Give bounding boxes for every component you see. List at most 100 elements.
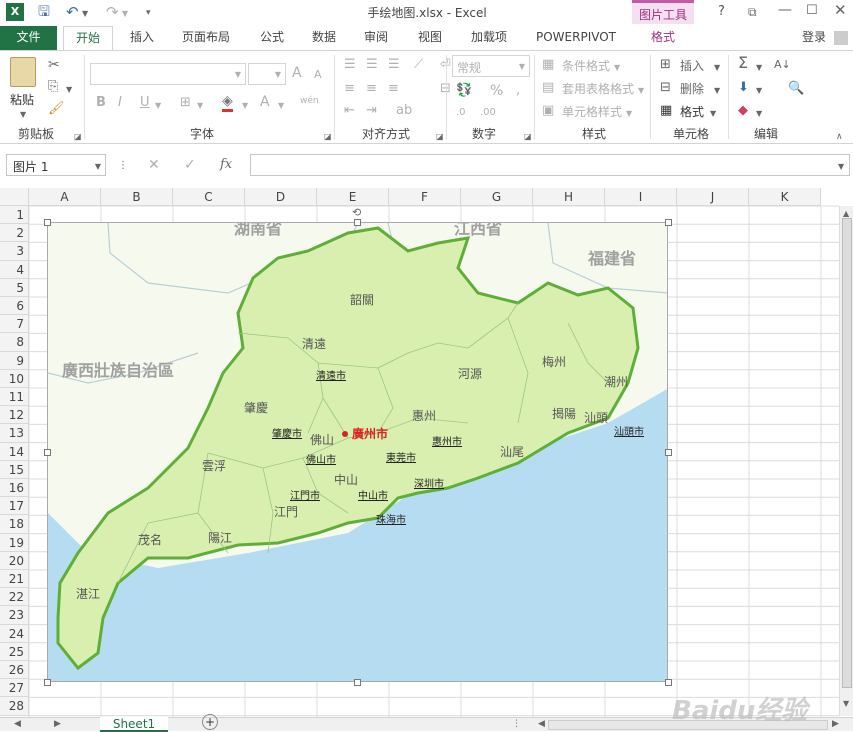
row-header-13[interactable]: 13 — [0, 424, 29, 443]
row-header-3[interactable]: 3 — [0, 242, 29, 261]
row-header-21[interactable]: 21 — [0, 570, 29, 589]
login-link[interactable]: 登录 — [796, 26, 832, 50]
cut-icon[interactable]: ✂ — [48, 57, 60, 73]
expand-formula-icon[interactable]: ▼ — [838, 159, 844, 175]
column-header-e[interactable]: E — [317, 188, 389, 206]
row-header-18[interactable]: 18 — [0, 515, 29, 534]
phonetic-icon[interactable]: wén — [300, 93, 319, 109]
align-launcher-icon[interactable]: ◪ — [436, 129, 444, 145]
column-header-a[interactable]: A — [29, 188, 101, 206]
delete-dropdown-icon[interactable]: ▼ — [714, 83, 720, 99]
tab-insert[interactable]: 插入 — [120, 26, 164, 50]
align-center-icon[interactable]: ≡ — [366, 81, 377, 97]
orientation-icon[interactable]: ⟋ — [414, 57, 423, 73]
conditional-format-icon[interactable]: ▦ — [542, 57, 554, 73]
format-dropdown-icon[interactable]: ▼ — [710, 106, 716, 122]
redo-icon[interactable]: ↷ — [106, 4, 119, 20]
customize-qat-icon[interactable]: ▾ — [146, 5, 151, 21]
cell-styles-icon[interactable]: ▣ — [542, 103, 554, 119]
insert-dropdown-icon[interactable]: ▼ — [714, 60, 720, 76]
row-header-11[interactable]: 11 — [0, 388, 29, 407]
paste-button-label[interactable]: 粘贴 — [10, 91, 34, 108]
decrease-decimal-icon[interactable]: .00 — [480, 105, 496, 121]
font-size-select[interactable]: ▼ — [248, 63, 286, 85]
resize-handle-bm[interactable] — [354, 679, 361, 686]
format-painter-icon[interactable]: 🖌 — [48, 101, 65, 117]
delete-cells-button[interactable]: 删除 — [680, 80, 704, 97]
row-header-16[interactable]: 16 — [0, 479, 29, 498]
decrease-indent-icon[interactable]: ⇤ — [344, 103, 355, 119]
tab-format[interactable]: 格式 — [634, 26, 692, 50]
grow-font-icon[interactable]: A — [292, 65, 302, 81]
enter-icon[interactable]: ✓ — [184, 157, 196, 173]
delete-cells-icon[interactable]: ⊟ — [660, 80, 671, 96]
tab-view[interactable]: 视图 — [410, 26, 450, 50]
row-header-25[interactable]: 25 — [0, 642, 29, 661]
percent-icon[interactable]: % — [490, 83, 503, 99]
tab-page-layout[interactable]: 页面布局 — [175, 26, 237, 50]
number-format-select[interactable]: 常规 ▼ — [452, 55, 530, 77]
clear-icon[interactable]: ◆ — [738, 103, 748, 119]
cell-styles-button[interactable]: 单元格样式 — [562, 103, 622, 120]
cell-styles-dropdown-icon[interactable]: ▼ — [626, 106, 632, 122]
minimize-icon[interactable]: — — [778, 2, 792, 18]
tab-file[interactable]: 文件 — [0, 26, 57, 50]
font-name-select[interactable]: ▼ — [90, 63, 246, 85]
paste-icon[interactable] — [10, 57, 36, 87]
row-header-28[interactable]: 28 — [0, 697, 29, 716]
increase-indent-icon[interactable]: ⇥ — [366, 103, 377, 119]
align-top-icon[interactable]: ☰ — [344, 57, 356, 73]
align-left-icon[interactable]: ≡ — [344, 81, 355, 97]
align-middle-icon[interactable]: ☰ — [366, 57, 378, 73]
insert-cells-icon[interactable]: ⊞ — [660, 57, 671, 73]
comma-icon[interactable]: , — [516, 83, 520, 99]
border-dropdown-icon[interactable]: ▼ — [197, 98, 203, 114]
column-header-g[interactable]: G — [461, 188, 533, 206]
row-header-27[interactable]: 27 — [0, 679, 29, 698]
save-icon[interactable]: 🖫 — [38, 4, 50, 20]
fill-down-icon[interactable]: ⬇ — [738, 80, 749, 96]
format-cells-button[interactable]: 格式 — [680, 103, 704, 120]
row-header-12[interactable]: 12 — [0, 406, 29, 425]
clipboard-launcher-icon[interactable]: ◪ — [74, 129, 82, 145]
font-color-icon[interactable]: A — [260, 94, 270, 110]
collapse-ribbon-icon[interactable]: ∧ — [836, 129, 843, 145]
row-header-24[interactable]: 24 — [0, 624, 29, 643]
tab-data[interactable]: 数据 — [304, 26, 344, 50]
row-header-14[interactable]: 14 — [0, 442, 29, 461]
row-header-22[interactable]: 22 — [0, 588, 29, 607]
select-all-corner[interactable] — [0, 188, 29, 206]
resize-handle-ml[interactable] — [44, 449, 51, 456]
insert-function-icon[interactable]: fx — [220, 157, 232, 173]
format-as-table-button[interactable]: 套用表格格式 — [562, 80, 634, 97]
tab-powerpivot[interactable]: POWERPIVOT — [530, 26, 622, 50]
column-header-j[interactable]: J — [677, 188, 749, 206]
row-header-1[interactable]: 1 — [0, 206, 29, 225]
align-bottom-icon[interactable]: ☰ — [388, 57, 400, 73]
row-header-26[interactable]: 26 — [0, 661, 29, 680]
vertical-scrollbar[interactable]: ▲ ▼ — [839, 206, 853, 716]
font-launcher-icon[interactable]: ◪ — [324, 129, 332, 145]
sort-filter-icon[interactable]: A↓ — [774, 57, 791, 73]
ribbon-display-icon[interactable]: ⧉ — [748, 4, 757, 20]
row-header-17[interactable]: 17 — [0, 497, 29, 516]
format-table-icon[interactable]: ▤ — [542, 80, 554, 96]
vscroll-down-icon[interactable]: ▼ — [843, 696, 849, 712]
tab-review[interactable]: 审阅 — [356, 26, 396, 50]
resize-handle-bl[interactable] — [44, 679, 51, 686]
fill-dropdown-icon[interactable]: ▼ — [756, 83, 762, 99]
conditional-format-button[interactable]: 条件格式 — [562, 57, 610, 74]
resize-handle-tl[interactable] — [44, 219, 51, 226]
number-launcher-icon[interactable]: ◪ — [524, 129, 532, 145]
map-picture[interactable]: 湖南省 江西省 福建省 廣西壯族自治區 韶關 清遠 河源 梅州 潮州 肇慶 揭陽… — [47, 222, 668, 682]
currency-icon[interactable]: 💱 — [456, 83, 472, 99]
copy-icon[interactable]: ⎘ — [48, 79, 58, 95]
next-sheet-icon[interactable]: ▶ — [54, 716, 61, 732]
copy-dropdown-icon[interactable]: ▼ — [66, 82, 72, 98]
add-sheet-button[interactable]: + — [202, 714, 218, 730]
underline-button[interactable]: U — [140, 95, 150, 111]
row-header-23[interactable]: 23 — [0, 606, 29, 625]
tab-formulas[interactable]: 公式 — [250, 26, 294, 50]
row-header-6[interactable]: 6 — [0, 297, 29, 316]
more-options-icon[interactable]: ⋮ — [118, 158, 128, 174]
